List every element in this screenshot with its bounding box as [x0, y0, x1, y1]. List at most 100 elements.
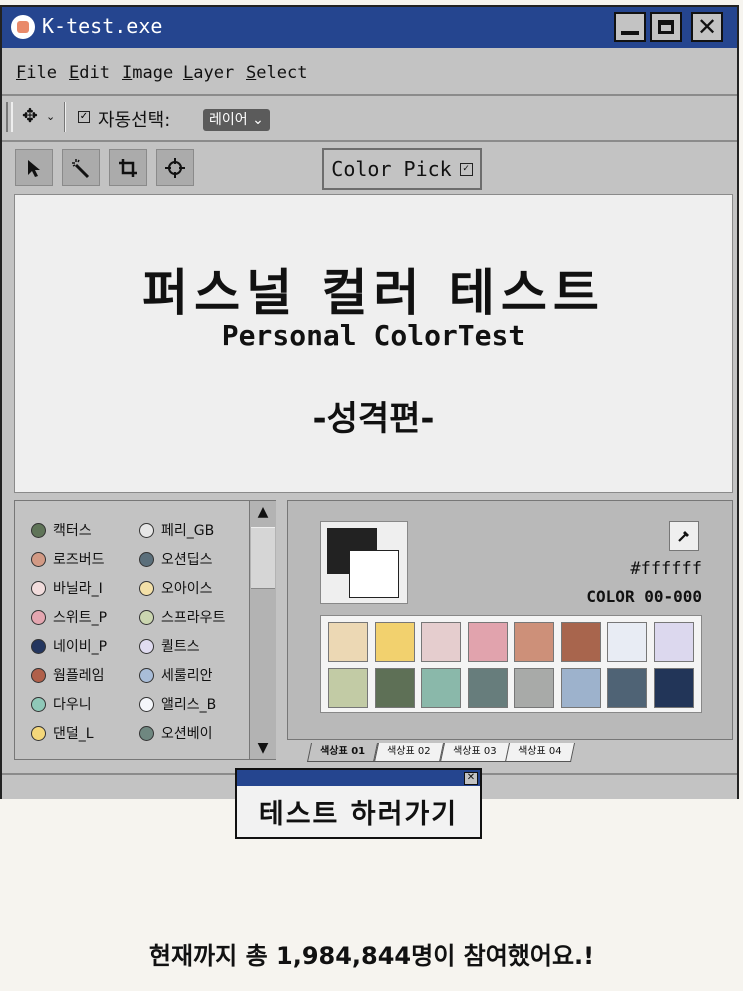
- color-name: 캑터스: [53, 523, 92, 539]
- page-subtitle: Personal ColorTest: [221, 319, 526, 352]
- palette-swatch[interactable]: [328, 622, 368, 662]
- list-item[interactable]: 페리_GB: [139, 520, 214, 540]
- color-code: COLOR 00-000: [586, 587, 702, 606]
- palette-swatch[interactable]: [653, 668, 694, 708]
- palette-swatch[interactable]: [328, 668, 368, 708]
- color-dot-icon: [31, 696, 46, 712]
- color-name: 오아이스: [161, 581, 213, 597]
- palette-swatch[interactable]: [653, 622, 694, 662]
- auto-select-checkbox[interactable]: ✓: [78, 111, 90, 123]
- list-item[interactable]: 웜플레임: [31, 665, 105, 685]
- toolbar-grip[interactable]: [6, 102, 13, 132]
- color-name: 스위트_P: [53, 610, 108, 626]
- color-dot-icon: [139, 609, 154, 625]
- color-name: 스프라우트: [161, 610, 226, 626]
- color-name: 댄덜_L: [53, 726, 94, 742]
- list-item[interactable]: 퀼트스: [139, 636, 200, 656]
- palette-swatch[interactable]: [421, 668, 461, 708]
- crosshair-icon: [165, 157, 185, 178]
- list-item[interactable]: 오션딥스: [139, 549, 213, 569]
- color-name: 네이비_P: [53, 639, 108, 655]
- color-name: 세룰리안: [161, 668, 213, 684]
- list-item[interactable]: 다우니: [31, 694, 92, 714]
- list-item[interactable]: 오아이스: [139, 578, 213, 598]
- menu-edit[interactable]: Edit: [69, 63, 110, 83]
- eyedropper-button[interactable]: [669, 521, 699, 551]
- list-item[interactable]: 스프라우트: [139, 607, 225, 627]
- palette-swatch[interactable]: [467, 622, 508, 662]
- scroll-down-icon[interactable]: ▼: [250, 737, 276, 759]
- tab-label: 색상표 02: [387, 746, 431, 757]
- palette-swatch[interactable]: [374, 668, 415, 708]
- palette-swatch[interactable]: [560, 622, 601, 662]
- title-bar[interactable]: K-test.exe ✕: [2, 7, 737, 48]
- color-dot-icon: [139, 667, 154, 683]
- palette-swatch[interactable]: [560, 668, 601, 708]
- tab-label: 색상표 03: [453, 746, 497, 757]
- start-test-label: 테스트 하러가기: [258, 799, 459, 830]
- tab-palette-04[interactable]: 색상표 04: [504, 743, 575, 762]
- list-item[interactable]: 바닐라_I: [31, 578, 103, 598]
- crop-tool-button[interactable]: [109, 149, 147, 186]
- list-item[interactable]: 스위트_P: [31, 607, 107, 627]
- app-logo-icon: [11, 15, 35, 39]
- color-dot-icon: [139, 638, 154, 654]
- palette-swatch[interactable]: [607, 668, 647, 708]
- color-dot-icon: [31, 725, 46, 741]
- color-picker-panel: #ffffff COLOR 00-000: [287, 500, 733, 740]
- chevron-down-icon: ⌄: [252, 112, 264, 128]
- tab-palette-01[interactable]: 색상표 01: [306, 743, 379, 762]
- minimize-button[interactable]: [614, 12, 646, 42]
- menu-layer[interactable]: Layer: [183, 63, 234, 83]
- options-bar: ✥ ⌄ ✓ 자동선택: 레이어 ⌄: [2, 96, 737, 142]
- palette-swatch[interactable]: [467, 668, 508, 708]
- chevron-down-icon[interactable]: ⌄: [46, 110, 55, 123]
- list-item[interactable]: 오션베이: [139, 723, 213, 743]
- separator: [64, 102, 66, 132]
- color-pick-toggle[interactable]: Color Pick ✓: [322, 148, 482, 190]
- target-tool-button[interactable]: [156, 149, 194, 186]
- menu-select[interactable]: Select: [246, 63, 307, 83]
- list-item[interactable]: 세룰리안: [139, 665, 213, 685]
- list-item[interactable]: 캑터스: [31, 520, 92, 540]
- tab-palette-02[interactable]: 색상표 02: [373, 743, 444, 762]
- menu-image[interactable]: Image: [122, 63, 173, 83]
- layer-select-dropdown[interactable]: 레이어 ⌄: [203, 109, 270, 131]
- color-dot-icon: [139, 551, 154, 567]
- color-name: 오션베이: [161, 726, 213, 742]
- start-test-button[interactable]: ✕ 테스트 하러가기: [235, 768, 482, 839]
- palette-swatch[interactable]: [514, 622, 554, 662]
- move-tool-icon[interactable]: ✥: [22, 105, 38, 127]
- scroll-up-icon[interactable]: ▲: [250, 501, 276, 523]
- close-icon[interactable]: ✕: [464, 772, 478, 785]
- scroll-thumb[interactable]: [251, 527, 275, 589]
- list-item[interactable]: 로즈버드: [31, 549, 105, 569]
- close-button[interactable]: ✕: [691, 12, 723, 42]
- list-item[interactable]: 댄덜_L: [31, 723, 94, 743]
- tab-palette-03[interactable]: 색상표 03: [439, 743, 510, 762]
- list-item[interactable]: 앨리스_B: [139, 694, 216, 714]
- page-title: 퍼스널 컬러 테스트: [142, 264, 605, 322]
- participants-count: 현재까지 총 1,984,844명이 참여했어요.!: [148, 942, 595, 970]
- color-dot-icon: [31, 638, 46, 654]
- maximize-button[interactable]: [650, 12, 682, 42]
- tab-label: 색상표 04: [518, 746, 562, 757]
- menu-file[interactable]: File: [16, 63, 57, 83]
- color-name: 퀼트스: [161, 639, 200, 655]
- background-swatch[interactable]: [349, 550, 399, 598]
- arrow-tool-button[interactable]: [15, 149, 53, 186]
- magic-wand-tool-button[interactable]: [62, 149, 100, 186]
- palette-swatch[interactable]: [421, 622, 461, 662]
- crop-icon: [119, 158, 137, 177]
- fg-bg-color-box[interactable]: [320, 521, 408, 604]
- hex-value: #ffffff: [630, 559, 702, 579]
- palette-swatch[interactable]: [607, 622, 647, 662]
- color-dot-icon: [139, 522, 154, 538]
- layer-select-value: 레이어: [209, 112, 248, 128]
- color-name: 웜플레임: [53, 668, 105, 684]
- palette-swatch[interactable]: [374, 622, 415, 662]
- list-item[interactable]: 네이비_P: [31, 636, 107, 656]
- color-dot-icon: [139, 696, 154, 712]
- scrollbar[interactable]: ▲ ▼: [249, 501, 276, 759]
- palette-swatch[interactable]: [514, 668, 554, 708]
